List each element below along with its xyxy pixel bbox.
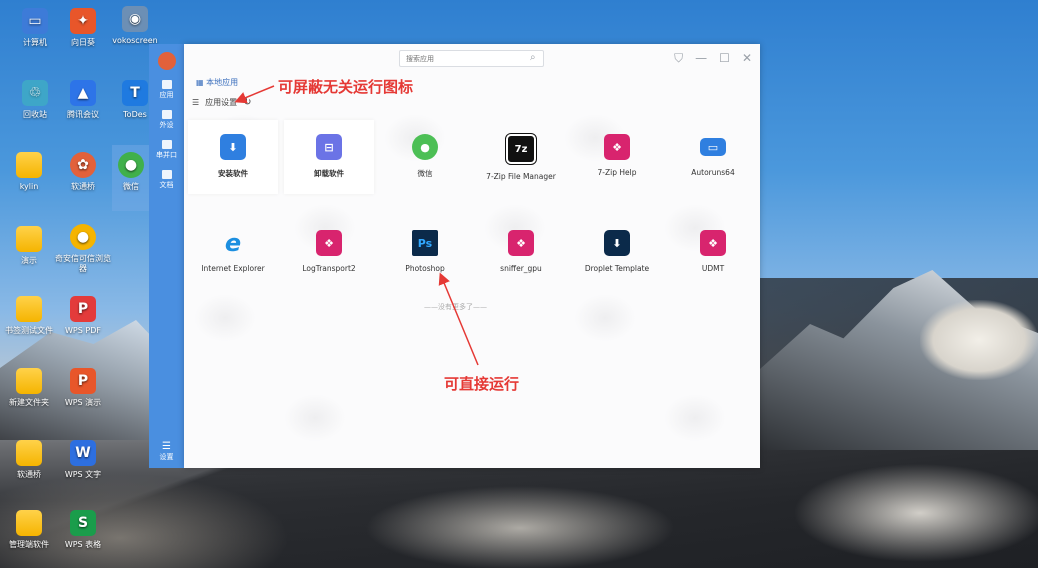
- arrow-to-settings: [234, 85, 275, 104]
- arrow-to-photoshop: [438, 272, 479, 366]
- annotation-arrows: [234, 85, 479, 366]
